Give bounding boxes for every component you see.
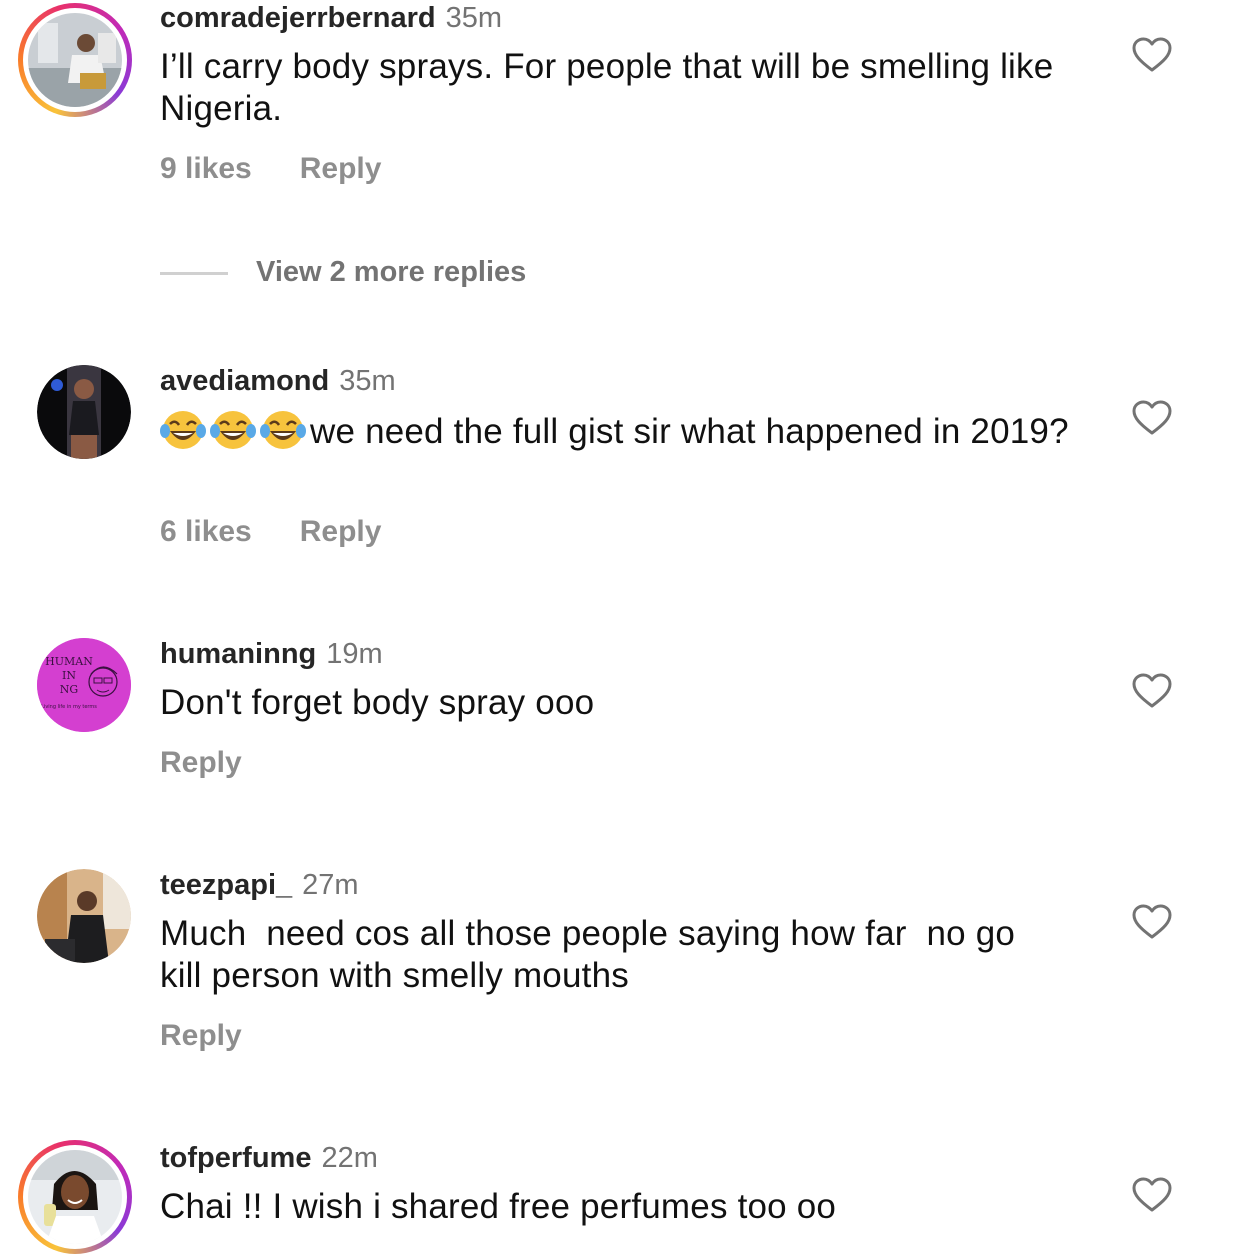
avatar[interactable] bbox=[37, 869, 131, 963]
comment-time: 35m bbox=[339, 365, 396, 397]
heart-outline-icon[interactable] bbox=[1132, 673, 1172, 709]
avatar-image: HUMAN IN NG Living life in my terms bbox=[37, 638, 131, 732]
heart-outline-icon[interactable] bbox=[1132, 37, 1172, 73]
avatar-image bbox=[37, 365, 131, 459]
avatar-text: NG bbox=[60, 683, 78, 696]
comment-text: Much need cos all those people saying ho… bbox=[160, 914, 1025, 995]
comment-text-content: we need the full gist sir what happened … bbox=[310, 412, 1069, 451]
avatar[interactable] bbox=[37, 365, 131, 459]
comment-username[interactable]: tofperfume 22m bbox=[160, 1142, 378, 1175]
heart-outline-icon[interactable] bbox=[1132, 400, 1172, 436]
comment-username[interactable]: avediamond 35m bbox=[160, 365, 396, 398]
reply-button[interactable]: Reply bbox=[160, 1019, 242, 1052]
likes-count[interactable]: 6 likes bbox=[160, 515, 252, 548]
username-link[interactable]: humaninng bbox=[160, 638, 316, 670]
comment-username[interactable]: humaninng 19m bbox=[160, 638, 383, 671]
laughing-tears-emoji bbox=[210, 411, 256, 449]
heart-outline-icon[interactable] bbox=[1132, 1177, 1172, 1213]
laughing-tears-emoji bbox=[260, 411, 306, 449]
username-link[interactable]: teezpapi_ bbox=[160, 869, 292, 901]
comment-time: 22m bbox=[321, 1142, 378, 1174]
avatar-image bbox=[37, 869, 131, 963]
comment-meta: 9 likes Reply bbox=[160, 152, 381, 186]
comment-username[interactable]: teezpapi_ 27m bbox=[160, 869, 359, 902]
comment-text: Don't forget body spray ooo bbox=[160, 683, 595, 722]
comment-meta: Reply bbox=[160, 746, 242, 780]
comment-time: 35m bbox=[445, 2, 503, 34]
comment-text: Chai !! I wish i shared free perfumes to… bbox=[160, 1187, 837, 1226]
comment-username[interactable]: comradejerrbernard 35m bbox=[160, 2, 502, 35]
reply-button[interactable]: Reply bbox=[300, 152, 382, 185]
avatar[interactable]: HUMAN IN NG Living life in my terms bbox=[37, 638, 131, 732]
avatar-text: IN bbox=[62, 669, 76, 682]
username-link[interactable]: comradejerrbernard bbox=[160, 2, 436, 34]
avatar-text: HUMAN bbox=[45, 655, 93, 668]
avatar-text: Living life in my terms bbox=[41, 704, 97, 710]
heart-outline-icon[interactable] bbox=[1132, 904, 1172, 940]
avatar-story-ring[interactable] bbox=[18, 1140, 132, 1254]
reply-button[interactable]: Reply bbox=[160, 746, 242, 779]
comment-meta: 6 likes Reply bbox=[160, 515, 381, 549]
comment-text: I’ll carry body sprays. For people that … bbox=[160, 47, 1054, 128]
avatar bbox=[28, 13, 122, 107]
comment-text: we need the full gist sir what happened … bbox=[160, 409, 1080, 453]
view-more-replies-label[interactable]: View 2 more replies bbox=[256, 256, 526, 289]
avatar-story-ring[interactable] bbox=[18, 3, 132, 117]
username-link[interactable]: avediamond bbox=[160, 365, 329, 397]
reply-button[interactable]: Reply bbox=[300, 515, 382, 548]
comment-meta: Reply bbox=[160, 1019, 242, 1053]
username-link[interactable]: tofperfume bbox=[160, 1142, 311, 1174]
comment-time: 27m bbox=[302, 869, 359, 901]
comment-time: 19m bbox=[326, 638, 383, 670]
divider-line bbox=[160, 272, 228, 275]
laughing-tears-emoji bbox=[160, 411, 206, 449]
likes-count[interactable]: 9 likes bbox=[160, 152, 252, 185]
avatar bbox=[28, 1150, 122, 1244]
